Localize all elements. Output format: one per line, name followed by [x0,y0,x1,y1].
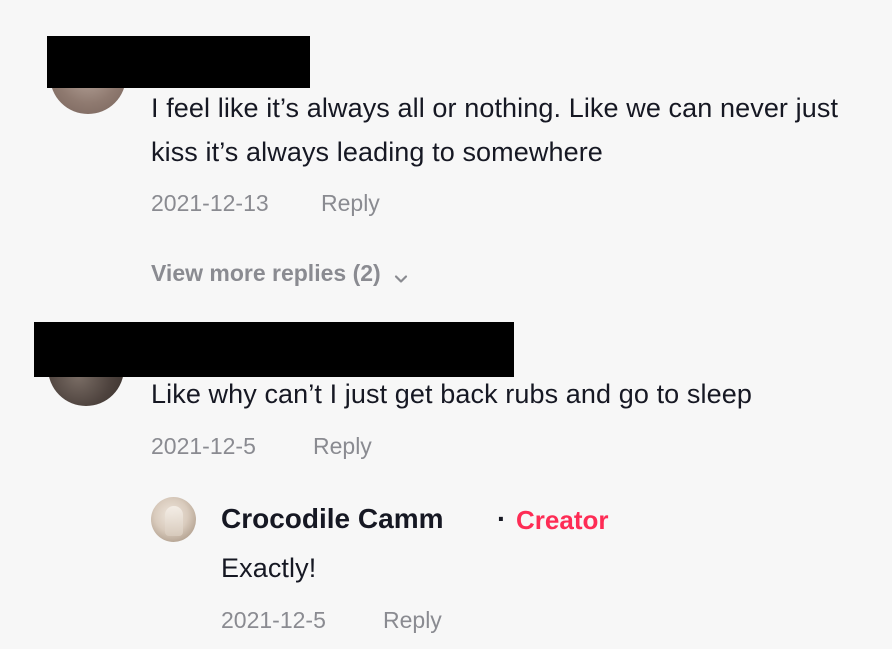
separator-dot: · [497,503,507,534]
chevron-down-icon [393,266,409,283]
redacted-username [34,322,514,377]
avatar[interactable] [151,497,196,542]
reply-date: 2021-12-5 [221,607,326,633]
reply-button[interactable]: Reply [321,190,380,217]
comment-text: Like why can’t I just get back rubs and … [151,379,752,409]
redacted-username [47,36,310,88]
username[interactable]: Crocodile Camm [221,503,444,535]
view-more-replies-label: View more replies (2) [151,260,381,286]
view-more-replies-button[interactable]: View more replies (2) [151,260,409,287]
reply-button[interactable]: Reply [313,433,372,460]
comment-text: I feel like it’s always all or nothing. … [151,93,839,167]
reply-text: Exactly! [221,553,317,583]
comment-date: 2021-12-5 [151,433,256,459]
comment-date: 2021-12-13 [151,190,269,216]
creator-badge: Creator [516,505,609,535]
reply-button[interactable]: Reply [383,607,442,634]
avatar-image [165,506,183,536]
